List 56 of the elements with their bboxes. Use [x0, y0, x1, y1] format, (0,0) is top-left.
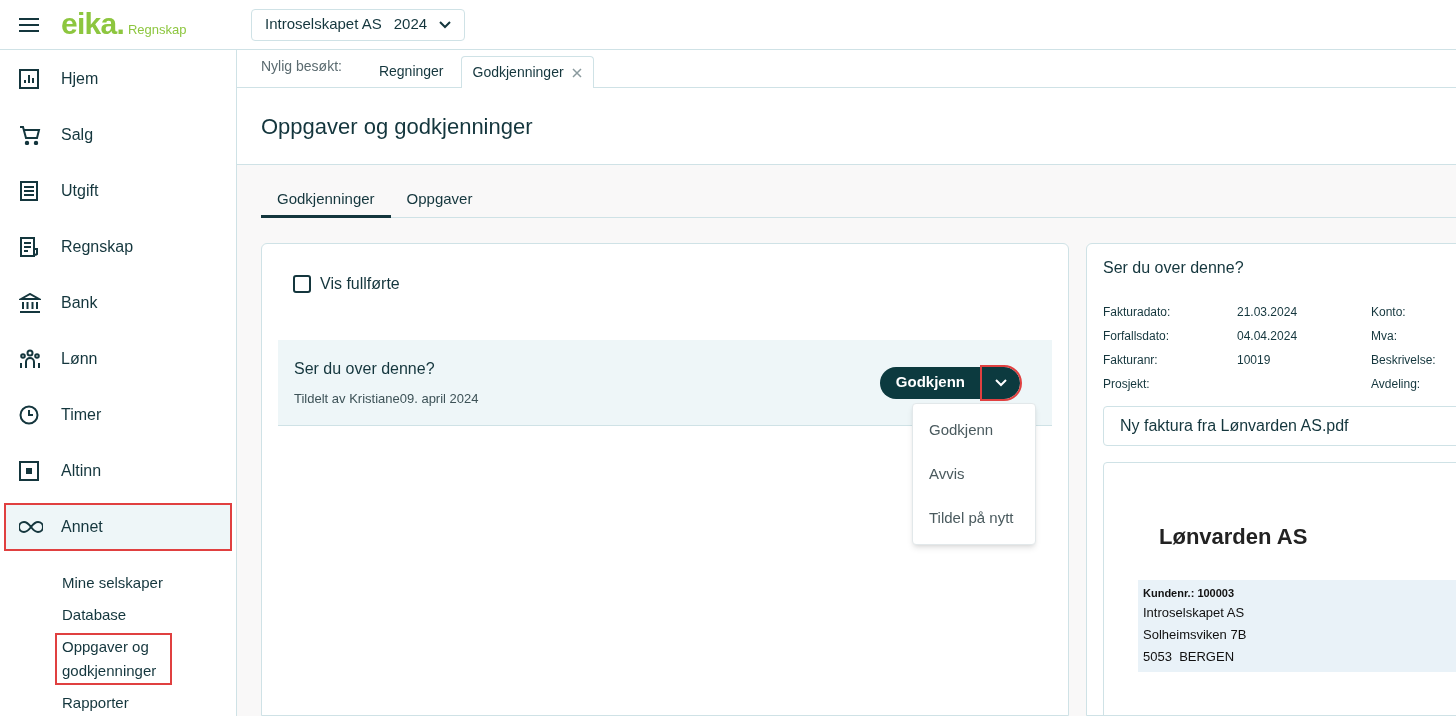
- menu-item[interactable]: Avvis: [913, 452, 1035, 496]
- field-label: Mva:: [1371, 328, 1398, 345]
- bank-icon: [19, 293, 41, 313]
- sidebar-item[interactable]: Salg: [4, 111, 232, 159]
- bar-chart-icon: [19, 69, 39, 89]
- chevron-down-icon: [439, 20, 452, 29]
- sidebar-item[interactable]: Timer: [4, 391, 232, 439]
- checkbox[interactable]: [293, 275, 311, 293]
- document-company: Lønvarden AS: [1159, 523, 1309, 551]
- close-icon[interactable]: [571, 67, 582, 78]
- field-value: 10019: [1237, 352, 1272, 369]
- detail-title: Ser du over denne?: [1103, 258, 1245, 278]
- field-label: Avdeling:: [1371, 376, 1422, 393]
- sidebar-item[interactable]: Lønn: [4, 335, 232, 383]
- address-block: Kundenr.: 100003 Introselskapet AS Solheimsviken 7B 5053 BERGEN: [1138, 580, 1456, 672]
- sidebar-item[interactable]: Annet: [4, 503, 232, 551]
- clock-icon: [19, 405, 39, 425]
- cart-icon: [19, 125, 41, 145]
- sidebar-item[interactable]: Regnskap: [4, 223, 232, 271]
- field-label: Konto:: [1371, 304, 1407, 321]
- field-label: Forfallsdato:: [1103, 328, 1171, 345]
- dropdown-toggle[interactable]: [982, 366, 1020, 399]
- field-label: Beskrivelse:: [1371, 352, 1437, 369]
- menu-icon[interactable]: [19, 16, 39, 33]
- infinity-icon: [19, 521, 43, 533]
- recent-tab[interactable]: Regninger: [367, 55, 455, 87]
- sidebar-item[interactable]: Altinn: [4, 447, 232, 495]
- field-value: 21.03.2024: [1237, 304, 1299, 321]
- page-title: Oppgaver og godkjenninger: [261, 112, 533, 141]
- sidebar-subitem[interactable]: Database: [55, 601, 134, 629]
- attachment-field[interactable]: Ny faktura fra Lønvarden AS.pdf: [1103, 406, 1456, 446]
- people-icon: [19, 349, 41, 369]
- logo: eika.Regnskap: [61, 9, 188, 40]
- document-icon: [19, 237, 39, 257]
- sidebar-subitem[interactable]: Mine selskaper: [55, 569, 170, 597]
- menu-item[interactable]: Godkjenn: [913, 408, 1035, 452]
- recent-tab[interactable]: Godkjenninger: [460, 56, 594, 88]
- task-meta: Tildelt av Kristiane09. april 2024: [294, 389, 480, 408]
- chevron-down-icon: [995, 378, 1007, 387]
- field-value: 04.04.2024: [1237, 328, 1299, 345]
- tab[interactable]: Godkjenninger: [261, 183, 391, 218]
- task-title: Ser du over denne?: [294, 358, 436, 379]
- sidebar-item[interactable]: Hjem: [4, 55, 232, 103]
- menu-item[interactable]: Tildel på nytt: [913, 496, 1035, 540]
- tab[interactable]: Oppgaver: [390, 183, 489, 218]
- checkbox-label: Vis fullførte: [320, 274, 400, 294]
- sidebar-subitem[interactable]: Rapporter: [55, 689, 136, 716]
- sidebar-item[interactable]: Bank: [4, 279, 232, 327]
- field-label: Fakturadato:: [1103, 304, 1172, 321]
- receipt-icon: [19, 181, 39, 201]
- field-label: Prosjekt:: [1103, 376, 1151, 393]
- field-label: Fakturanr:: [1103, 352, 1159, 369]
- sidebar-item[interactable]: Utgift: [4, 167, 232, 215]
- sidebar-subitem[interactable]: Oppgaver og godkjenninger: [55, 633, 172, 685]
- recent-label: Nylig besøkt:: [261, 57, 342, 76]
- company-selector[interactable]: Introselskapet AS 2024: [251, 8, 466, 41]
